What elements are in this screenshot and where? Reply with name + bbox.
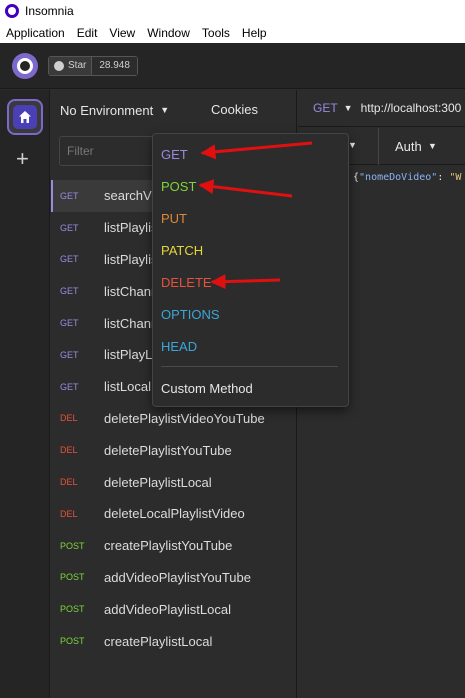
github-star-button[interactable]: Star [49, 56, 93, 75]
chevron-down-icon[interactable]: ▼ [160, 105, 169, 115]
request-method-badge: GET [60, 318, 79, 329]
menu-edit[interactable]: Edit [71, 26, 104, 40]
menu-help[interactable]: Help [236, 26, 273, 40]
dropdown-divider [161, 366, 338, 367]
method-option-patch[interactable]: PATCH [161, 243, 203, 258]
request-method-badge: GET [60, 222, 79, 233]
chevron-down-icon[interactable]: ▼ [428, 141, 437, 151]
request-method-badge: POST [60, 572, 85, 583]
method-option-options[interactable]: OPTIONS [161, 307, 220, 322]
method-selector[interactable]: GET [313, 101, 338, 115]
request-method-badge: GET [60, 349, 79, 360]
home-icon [13, 105, 37, 129]
github-star-widget: Star 28.948 [48, 55, 138, 76]
request-name: addVideoPlaylistLocal [104, 601, 231, 617]
request-item[interactable]: POST createPlaylistLocal [51, 625, 297, 657]
star-label: Star [68, 60, 87, 71]
home-button[interactable] [7, 99, 43, 135]
menu-window[interactable]: Window [141, 26, 196, 40]
request-method-badge: DEL [60, 445, 78, 456]
insomnia-logo-icon[interactable] [12, 52, 38, 79]
title-bar: Insomnia [0, 0, 465, 22]
request-method-badge: GET [60, 381, 79, 392]
environment-selector[interactable]: No Environment [60, 103, 153, 118]
insomnia-window: Insomnia Application Edit View Window To… [0, 0, 465, 698]
app-header: Star 28.948 [0, 43, 465, 89]
custom-method-option[interactable]: Custom Method [161, 381, 253, 396]
request-method-badge: POST [60, 540, 85, 551]
request-item[interactable]: DEL deletePlaylistLocal [51, 466, 297, 498]
github-icon [54, 60, 64, 71]
request-item[interactable]: POST createPlaylistYouTube [51, 530, 297, 562]
request-method-badge: POST [60, 604, 85, 615]
request-name: deletePlaylistVideoYouTube [104, 410, 265, 426]
body-colon: : [437, 172, 450, 183]
method-option-put[interactable]: PUT [161, 211, 187, 226]
chevron-down-icon[interactable]: ▼ [348, 140, 357, 150]
add-workspace-icon[interactable]: + [16, 148, 29, 170]
request-name: deleteLocalPlaylistVideo [104, 506, 245, 522]
request-name: createPlaylistYouTube [104, 538, 233, 554]
request-item[interactable]: DEL deletePlaylistVideoYouTube [51, 403, 297, 435]
method-option-head[interactable]: HEAD [161, 339, 197, 354]
chevron-down-icon[interactable]: ▼ [344, 103, 353, 113]
environment-row: No Environment ▼ Cookies [51, 90, 297, 130]
request-item[interactable]: DEL deleteLocalPlaylistVideo [51, 498, 297, 530]
method-option-delete[interactable]: DELETE [161, 275, 212, 290]
request-item[interactable]: DEL deletePlaylistYouTube [51, 434, 297, 466]
window-title: Insomnia [25, 4, 74, 18]
request-method-badge: GET [60, 190, 79, 201]
left-rail: + [0, 90, 50, 698]
tab-divider [378, 128, 379, 165]
request-name: deletePlaylistLocal [104, 474, 212, 490]
cookies-button[interactable]: Cookies [211, 102, 258, 117]
body-value: "W [449, 172, 462, 183]
request-method-badge: DEL [60, 477, 78, 488]
menu-bar: Application Edit View Window Tools Help [0, 22, 465, 43]
insomnia-app-icon [5, 4, 19, 18]
request-body-editor[interactable]: {"nomeDoVideo": "W [353, 172, 461, 183]
body-key: "nomeDoVideo" [359, 172, 438, 183]
tab-auth[interactable]: Auth [395, 139, 422, 154]
request-item[interactable]: POST addVideoPlaylistLocal [51, 593, 297, 625]
method-option-get[interactable]: GET [161, 147, 188, 162]
method-dropdown: GET POST PUT PATCH DELETE OPTIONS HEAD C… [152, 133, 349, 407]
menu-application[interactable]: Application [0, 26, 71, 40]
request-method-badge: DEL [60, 508, 78, 519]
request-name: createPlaylistLocal [104, 633, 213, 649]
request-method-badge: DEL [60, 413, 78, 424]
request-method-badge: GET [60, 286, 79, 297]
url-bar: GET ▼ http://localhost:300 [298, 90, 465, 127]
method-option-post[interactable]: POST [161, 179, 196, 194]
request-name: addVideoPlaylistYouTube [104, 569, 251, 585]
request-method-badge: POST [60, 636, 85, 647]
request-method-badge: GET [60, 254, 79, 265]
star-count[interactable]: 28.948 [92, 56, 137, 75]
request-item[interactable]: POST addVideoPlaylistYouTube [51, 562, 297, 594]
url-input[interactable]: http://localhost:300 [361, 101, 462, 115]
menu-view[interactable]: View [103, 26, 141, 40]
request-name: deletePlaylistYouTube [104, 442, 232, 458]
menu-tools[interactable]: Tools [196, 26, 236, 40]
